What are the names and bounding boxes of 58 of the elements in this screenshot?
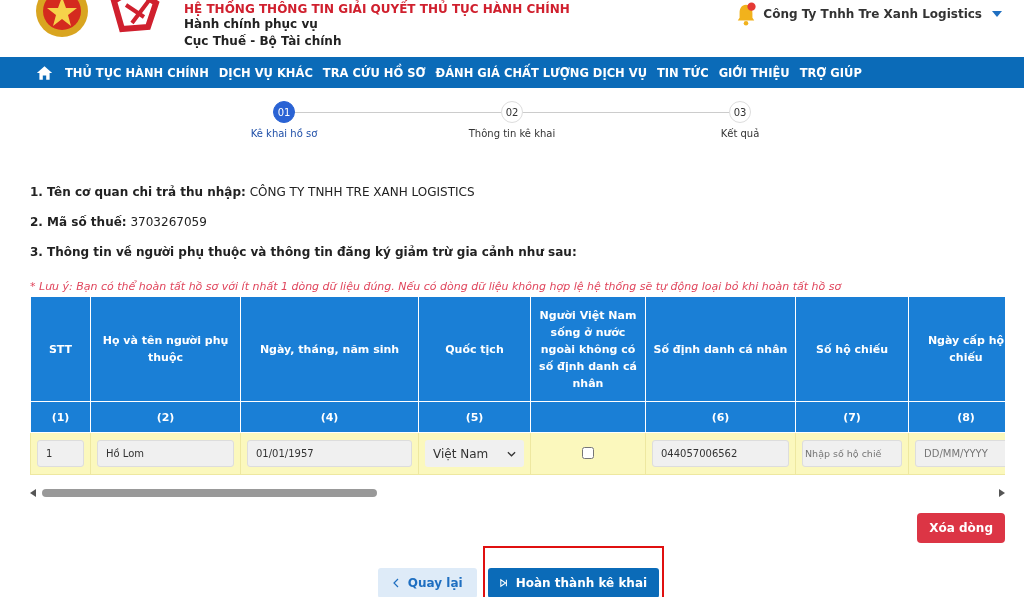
info-label: 2. Mã số thuế:	[30, 215, 127, 229]
nav-item[interactable]: TRỢ GIÚP	[799, 65, 862, 80]
column-header: Ngày cấp hộ chiếu	[908, 296, 1005, 402]
nav-item[interactable]: TIN TỨC	[656, 65, 709, 80]
column-header: Quốc tịch	[418, 296, 531, 402]
column-header: Ngày, tháng, năm sinh	[240, 296, 419, 402]
bell-icon[interactable]	[735, 2, 758, 26]
skip-forward-icon	[499, 578, 508, 588]
horizontal-scrollbar[interactable]	[30, 487, 1005, 499]
step-number: 01	[273, 101, 295, 123]
column-number: (7)	[795, 401, 909, 433]
input-field[interactable]: DD/MM/YYYY	[915, 440, 1005, 467]
subtitle: Hành chính phục vụ	[184, 16, 319, 33]
column-header: STT	[30, 296, 91, 402]
user-menu[interactable]: Công Ty Tnhh Tre Xanh Logistics	[763, 7, 982, 21]
note-text: * Lưu ý: Bạn có thể hoàn tất hồ sơ với ít nhất 1 dòng dữ liệu đúng. Nếu có dòng dữ liệu không hợp lệ hệ thống sẽ tự động loại bỏ khi hoàn tất hồ sơ	[30, 280, 843, 293]
input-field[interactable]: 1	[37, 440, 84, 467]
back-button[interactable]: Quay lại	[377, 568, 477, 597]
finish-button[interactable]: Hoàn thành kê khai	[487, 568, 660, 597]
chevron-left-icon	[391, 578, 400, 588]
input-field[interactable]: Hồ Lom	[97, 440, 234, 467]
nav-item[interactable]: THỦ TỤC HÀNH CHÍNH	[65, 65, 209, 80]
column-header: Số hộ chiếu	[795, 296, 909, 402]
column-number: (1)	[30, 401, 91, 433]
checkbox[interactable]	[582, 447, 594, 459]
input-field[interactable]: 044057006562	[652, 440, 789, 467]
info-label: 1. Tên cơ quan chi trả thu nhập:	[30, 185, 246, 199]
agency-name: Cục Thuế - Bộ Tài chính	[184, 33, 343, 50]
home-icon[interactable]	[36, 64, 53, 81]
delete-row-button[interactable]: Xóa dòng	[917, 513, 1005, 543]
column-header: Người Việt Nam sống ở nước ngoài không có số định danh cá nhân	[530, 296, 646, 402]
nav-item[interactable]: TRA CỨU HỒ SƠ	[322, 65, 426, 80]
column-header: Họ và tên người phụ thuộc	[90, 296, 241, 402]
nav-item[interactable]: GIỚI THIỆU	[718, 65, 790, 80]
step-label: Thông tin kê khai	[468, 128, 556, 139]
nationality-select[interactable]: Việt Nam	[425, 440, 524, 467]
column-number: (8)	[908, 401, 1005, 433]
info-value: 3703267059	[130, 215, 207, 229]
caret-icon[interactable]	[992, 11, 1002, 17]
chevron-down-icon	[507, 450, 516, 457]
input-field[interactable]: 01/01/1957	[247, 440, 412, 467]
column-number: (4)	[240, 401, 419, 433]
nav-item[interactable]: DỊCH VỤ KHÁC	[218, 65, 313, 80]
info-label: 3. Thông tin về người phụ thuộc và thông tin đăng ký giảm trừ gia cảnh như sau:	[30, 245, 577, 259]
scroll-right-icon[interactable]	[999, 489, 1005, 497]
input-field[interactable]: Nhập số hộ chiế	[802, 440, 902, 467]
step-label: Kết quả	[720, 128, 760, 139]
step-number: 03	[729, 101, 751, 123]
step-number: 02	[501, 101, 523, 123]
step-label: Kê khai hồ sơ	[250, 128, 318, 139]
info-value: CÔNG TY TNHH TRE XANH LOGISTICS	[249, 185, 475, 199]
system-title: HỆ THỐNG THÔNG TIN GIẢI QUYẾT THỦ TỤC HÀNH CHÍNH	[184, 2, 570, 16]
column-number: (2)	[90, 401, 241, 433]
column-number: (5)	[418, 401, 531, 433]
nav-item[interactable]: ĐÁNH GIÁ CHẤT LƯỢNG DỊCH VỤ	[435, 65, 647, 80]
scroll-left-icon[interactable]	[30, 489, 36, 497]
column-header: Số định danh cá nhân	[645, 296, 796, 402]
column-number: (6)	[645, 401, 796, 433]
